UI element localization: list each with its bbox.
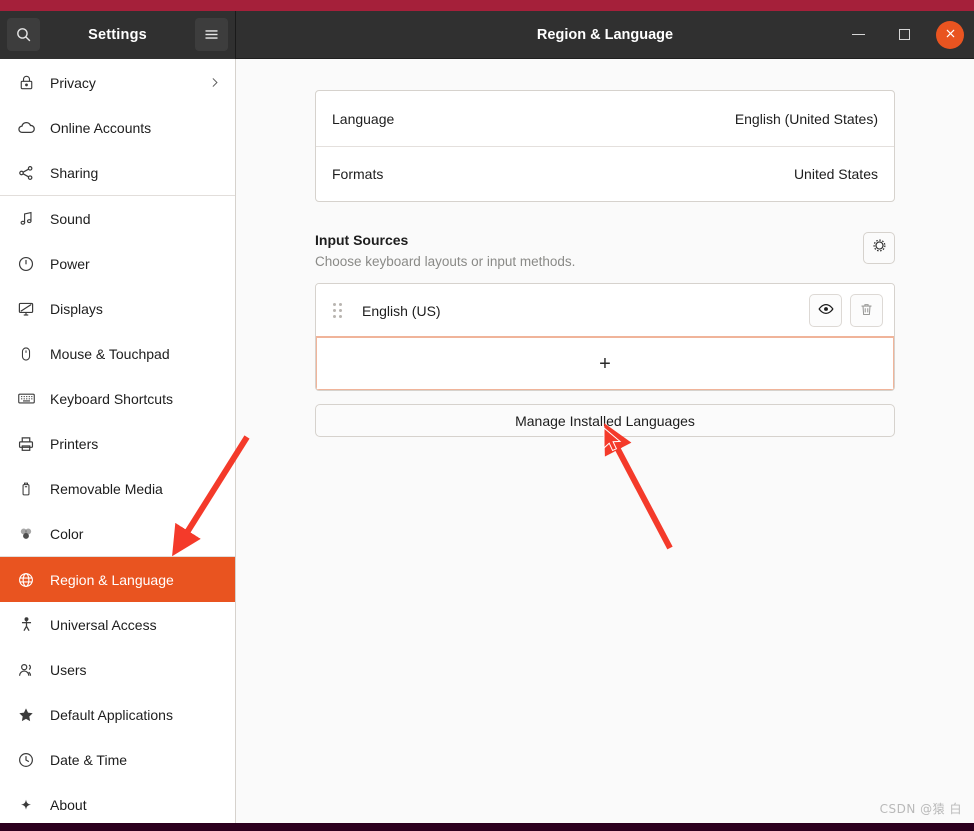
preview-layout-button[interactable] [809,294,842,327]
watermark: CSDN @猿 白 [879,802,962,816]
sidebar-item-label: Universal Access [50,616,157,633]
screen: Settings Region & Language Privacy Onlin… [0,0,974,831]
close-button[interactable] [936,20,964,49]
sidebar-item-users[interactable]: Users [0,647,235,692]
gear-options-icon [871,237,888,259]
sidebar-item-region-language[interactable]: Region & Language [0,557,235,602]
remove-input-source-button[interactable] [850,294,883,327]
settings-window: Settings Region & Language Privacy Onlin… [0,11,974,823]
sidebar-item-label: Removable Media [50,480,163,497]
sidebar-item-label: Users [50,661,87,678]
sidebar-item-label: Date & Time [50,751,128,768]
users-icon [14,661,38,679]
sidebar-item-keyboard-shortcuts[interactable]: Keyboard Shortcuts [0,376,235,421]
mouse-icon [14,346,38,362]
input-source-name: English (US) [362,302,441,319]
desktop-backdrop-top [0,0,974,11]
minimize-button[interactable] [844,21,872,49]
sidebar-item-universal-access[interactable]: Universal Access [0,602,235,647]
input-sources-list: English (US) + [315,283,895,391]
sidebar-item-label: Color [50,525,84,542]
sidebar-item-label: Privacy [50,74,96,91]
sidebar-item-label: Printers [50,435,99,452]
sidebar-item-label: Default Applications [50,706,173,723]
sidebar-header: Settings [0,11,236,59]
color-circles-icon [14,525,38,543]
sidebar-item-label: Power [50,255,90,272]
eye-icon [817,301,834,320]
music-note-icon [14,210,38,227]
chevron-right-icon [208,76,221,89]
sidebar-item-mouse-touchpad[interactable]: Mouse & Touchpad [0,331,235,376]
input-sources-subtitle: Choose keyboard layouts or input methods… [315,254,576,269]
language-settings-card: Language English (United States) Formats… [315,90,895,202]
search-button[interactable] [7,18,40,51]
input-sources-header: Input Sources Choose keyboard layouts or… [315,232,895,269]
window-controls [844,11,964,59]
sidebar-item-privacy[interactable]: Privacy [0,60,235,105]
window-body: Privacy Online Accounts Sharing Sound Power D… [0,59,974,823]
sidebar-item-label: Sharing [50,164,99,181]
sidebar-item-label: Region & Language [50,571,174,588]
share-nodes-icon [14,164,38,182]
sidebar-item-label: Sound [50,210,91,227]
sidebar-item-displays[interactable]: Displays [0,286,235,331]
setting-row-formats[interactable]: Formats United States [316,146,894,201]
minimize-icon [851,33,865,36]
maximize-icon [898,29,910,40]
menu-button[interactable] [195,18,228,51]
sidebar-title: Settings [88,26,147,43]
trash-icon [859,302,874,320]
clock-icon [14,751,38,769]
plus-icon: + [599,352,611,375]
lock-icon [14,74,38,91]
setting-value: United States [793,166,878,182]
setting-label: Formats [332,166,384,182]
search-icon [15,26,32,43]
sparkle-icon [14,796,38,814]
sidebar-item-label: Online Accounts [50,119,152,136]
sidebar-item-sound[interactable]: Sound [0,196,235,241]
power-icon [14,255,38,273]
usb-drive-icon [14,481,38,497]
sidebar-item-removable-media[interactable]: Removable Media [0,466,235,511]
sidebar-nav[interactable]: Privacy Online Accounts Sharing Sound Power D… [0,59,236,823]
keyboard-icon [14,389,38,408]
sidebar-item-date-time[interactable]: Date & Time [0,737,235,782]
sidebar-item-label: Displays [50,300,103,317]
main-content: Language English (United States) Formats… [236,59,974,823]
maximize-button[interactable] [890,21,918,49]
title-bar: Settings Region & Language [0,11,974,59]
input-source-row[interactable]: English (US) [316,284,894,337]
globe-icon [14,571,38,589]
monitor-icon [14,300,38,318]
sidebar-item-label: About [50,796,87,813]
printer-icon [14,435,38,453]
accessibility-person-icon [14,616,38,633]
sidebar-item-about[interactable]: About [0,782,235,823]
close-icon [945,26,956,44]
cloud-icon [14,118,38,137]
star-icon [14,706,38,724]
sidebar-item-label: Keyboard Shortcuts [50,390,173,407]
input-sources-options-button[interactable] [863,232,895,264]
sidebar-item-printers[interactable]: Printers [0,421,235,466]
sidebar-item-default-applications[interactable]: Default Applications [0,692,235,737]
sidebar-item-power[interactable]: Power [0,241,235,286]
sidebar-item-label: Mouse & Touchpad [50,345,170,362]
sidebar-item-sharing[interactable]: Sharing [0,150,235,195]
desktop-backdrop-bottom [0,823,974,831]
setting-row-language[interactable]: Language English (United States) [316,91,894,146]
input-sources-title: Input Sources [315,232,409,248]
setting-value: English (United States) [734,110,878,127]
sidebar-item-online-accounts[interactable]: Online Accounts [0,105,235,150]
sidebar-item-color[interactable]: Color [0,511,235,556]
drag-handle-icon[interactable] [331,303,343,318]
hamburger-menu-icon [203,26,220,43]
add-input-source-button[interactable]: + [316,336,894,390]
manage-installed-languages-button[interactable]: Manage Installed Languages [315,404,895,437]
setting-label: Language [332,110,395,127]
window-header: Region & Language [236,11,974,59]
